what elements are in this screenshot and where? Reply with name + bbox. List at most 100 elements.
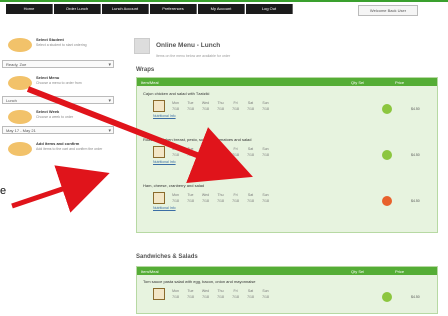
day-cell[interactable]: Mon 7/18 bbox=[169, 100, 182, 112]
red-arrow-up bbox=[11, 165, 110, 213]
step-desc: Choose a week to order bbox=[36, 115, 74, 119]
top-accent-line bbox=[0, 0, 448, 2]
day-cell[interactable]: Tue 7/18 bbox=[184, 192, 197, 204]
day-cell[interactable]: Fri 7/18 bbox=[229, 100, 242, 112]
day-cell[interactable]: Thu 7/18 bbox=[214, 288, 227, 300]
sandwiches-table: Item/Meal Qty Sel Price Tom sauce pasta … bbox=[136, 266, 438, 314]
menu-row[interactable]: Cajun chicken and salad with Tzatziki Mo… bbox=[141, 90, 433, 132]
section-title-sandwiches: Sandwiches & Salads bbox=[136, 254, 198, 260]
calendar-icon bbox=[153, 192, 165, 204]
menu-select-value: Lunch bbox=[6, 98, 17, 103]
clipped-text: e bbox=[0, 185, 7, 197]
day-cell[interactable]: Fri 7/18 bbox=[229, 146, 242, 158]
calendar-icon bbox=[153, 288, 165, 300]
day-cell[interactable]: Sat 7/18 bbox=[244, 100, 257, 112]
day-cell[interactable]: Mon 7/18 bbox=[169, 146, 182, 158]
page-title: Online Menu - Lunch bbox=[156, 42, 221, 49]
step-title: Select Menu bbox=[36, 75, 60, 80]
step-circle-icon bbox=[8, 76, 32, 90]
menu-select[interactable]: Lunch ▾ bbox=[2, 96, 114, 104]
nav-home[interactable]: Home bbox=[6, 4, 53, 14]
step-select-menu: Select Menu Choose a menu to order from bbox=[2, 74, 122, 96]
step-circle-icon bbox=[8, 110, 32, 124]
step-circle-icon bbox=[8, 142, 32, 156]
table-header: Item/Meal Qty Sel Price bbox=[137, 78, 437, 86]
price: $4.50 bbox=[411, 153, 420, 157]
chevron-down-icon: ▾ bbox=[108, 128, 111, 134]
day-cell[interactable]: Sun 7/18 bbox=[259, 192, 272, 204]
wraps-table: Item/Meal Qty Sel Price Cajun chicken an… bbox=[136, 77, 438, 233]
student-select-value: Ready, Zoe bbox=[6, 62, 27, 67]
day-cell[interactable]: Wed 7/18 bbox=[199, 192, 212, 204]
day-cell[interactable]: Wed 7/18 bbox=[199, 288, 212, 300]
menu-row[interactable]: Roasted chicken breast, pesto, sun dried… bbox=[141, 136, 433, 178]
week-select-value: May 17 - May 21 bbox=[6, 128, 36, 133]
day-cell[interactable]: Tue 7/18 bbox=[184, 146, 197, 158]
nutritional-info-link[interactable]: Nutritional Info bbox=[153, 206, 176, 210]
day-cell[interactable]: Tue 7/18 bbox=[184, 100, 197, 112]
step-desc: Select a student to start ordering bbox=[36, 43, 87, 47]
menu-item-name: Roasted chicken breast, pesto, sun dried… bbox=[143, 137, 252, 142]
day-cell[interactable]: Mon 7/18 bbox=[169, 192, 182, 204]
day-cell[interactable]: Fri 7/18 bbox=[229, 192, 242, 204]
price: $4.50 bbox=[411, 295, 420, 299]
menu-row[interactable]: Ham, cheese, cranberry and salad Mon 7/18… bbox=[141, 182, 433, 224]
calendar-icon bbox=[153, 146, 165, 158]
step-desc: Choose a menu to order from bbox=[36, 81, 82, 85]
status-dot[interactable] bbox=[382, 292, 392, 302]
status-dot[interactable] bbox=[382, 150, 392, 160]
chevron-down-icon: ▾ bbox=[108, 98, 111, 104]
week-select[interactable]: May 17 - May 21 ▾ bbox=[2, 126, 114, 134]
section-title-wraps: Wraps bbox=[136, 67, 155, 73]
header-item: Item/Meal bbox=[141, 79, 159, 85]
step-title: Add items and confirm bbox=[36, 141, 80, 146]
menu-icon bbox=[134, 38, 150, 54]
price: $4.50 bbox=[411, 199, 420, 203]
day-cell[interactable]: Sat 7/18 bbox=[244, 288, 257, 300]
day-cell[interactable]: Thu 7/18 bbox=[214, 100, 227, 112]
page-subtitle: Items on the menu below are available fo… bbox=[156, 54, 231, 58]
welcome-button[interactable]: Welcome Back User bbox=[358, 5, 418, 16]
step-title: Select Student bbox=[36, 37, 64, 42]
day-cell[interactable]: Mon 7/18 bbox=[169, 288, 182, 300]
nav-log-out[interactable]: Log Out bbox=[246, 4, 293, 14]
day-cell[interactable]: Sat 7/18 bbox=[244, 192, 257, 204]
main-nav: Home Order Lunch Lunch Account Preferenc… bbox=[6, 4, 293, 14]
day-cell[interactable]: Sun 7/18 bbox=[259, 288, 272, 300]
nutritional-info-link[interactable]: Nutritional Info bbox=[153, 160, 176, 164]
price: $4.50 bbox=[411, 107, 420, 111]
nav-my-account[interactable]: My Account bbox=[198, 4, 245, 14]
day-cell[interactable]: Wed 7/18 bbox=[199, 146, 212, 158]
header-item: Item/Meal bbox=[141, 268, 159, 274]
day-cell[interactable]: Sat 7/18 bbox=[244, 146, 257, 158]
nutritional-info-link[interactable]: Nutritional Info bbox=[153, 114, 176, 118]
header-price: Price bbox=[395, 79, 405, 85]
nav-preferences[interactable]: Preferences bbox=[150, 4, 197, 14]
nav-order-lunch[interactable]: Order Lunch bbox=[54, 4, 101, 14]
day-cell[interactable]: Sun 7/18 bbox=[259, 100, 272, 112]
menu-item-name: Tom sauce pasta salad with egg, bacon, o… bbox=[143, 279, 256, 284]
header-qty: Qty Sel bbox=[351, 79, 365, 85]
header-qty: Qty Sel bbox=[351, 268, 365, 274]
day-cell[interactable]: Wed 7/18 bbox=[199, 100, 212, 112]
day-cell[interactable]: Sun 7/18 bbox=[259, 146, 272, 158]
student-select[interactable]: Ready, Zoe ▾ bbox=[2, 60, 114, 68]
header-price: Price bbox=[395, 268, 405, 274]
step-circle-icon bbox=[8, 38, 32, 52]
day-cell[interactable]: Thu 7/18 bbox=[214, 192, 227, 204]
menu-row[interactable]: Tom sauce pasta salad with egg, bacon, o… bbox=[141, 278, 433, 310]
day-cell[interactable]: Tue 7/18 bbox=[184, 288, 197, 300]
top-bar: Home Order Lunch Lunch Account Preferenc… bbox=[0, 0, 448, 16]
step-add-items: Add items and confirm Add items to the c… bbox=[2, 140, 122, 162]
step-desc: Add items to the cart and confirm the or… bbox=[36, 147, 103, 151]
calendar-icon bbox=[153, 100, 165, 112]
day-cell[interactable]: Fri 7/18 bbox=[229, 288, 242, 300]
nav-lunch-account[interactable]: Lunch Account bbox=[102, 4, 149, 14]
menu-item-name: Ham, cheese, cranberry and salad bbox=[143, 183, 205, 188]
menu-item-name: Cajun chicken and salad with Tzatziki bbox=[143, 91, 210, 96]
status-dot[interactable] bbox=[382, 196, 392, 206]
day-cell[interactable]: Thu 7/18 bbox=[214, 146, 227, 158]
status-dot[interactable] bbox=[382, 104, 392, 114]
step-title: Select Week bbox=[36, 109, 60, 114]
chevron-down-icon: ▾ bbox=[108, 62, 111, 68]
